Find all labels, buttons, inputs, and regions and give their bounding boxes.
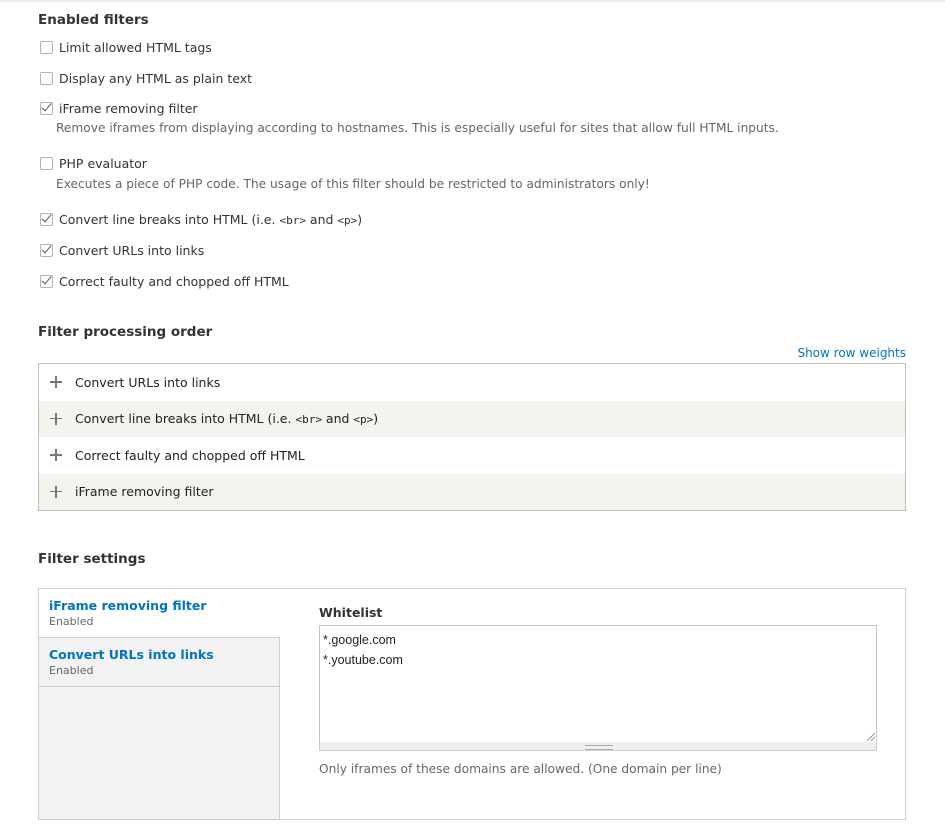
- filter-label: PHP evaluator: [59, 155, 147, 171]
- filter-label: Correct faulty and chopped off HTML: [59, 273, 289, 289]
- resize-corner-icon[interactable]: [867, 733, 875, 741]
- vertical-tab-menu: iFrame removing filter Enabled Convert U…: [39, 589, 280, 819]
- filter-settings-tabs: iFrame removing filter Enabled Convert U…: [38, 588, 906, 820]
- checkbox-correct-html[interactable]: [40, 274, 53, 288]
- order-label: Convert URLs into links: [75, 374, 221, 390]
- whitelist-help-text: Only iframes of these domains are allowe…: [319, 762, 722, 776]
- iframe-settings-pane: Whitelist *.google.com *.youtube.com Onl…: [319, 605, 879, 776]
- checkbox-line-breaks[interactable]: [40, 212, 53, 226]
- whitelist-label: Whitelist: [319, 605, 383, 620]
- vertical-tab-iframe[interactable]: iFrame removing filter Enabled: [39, 589, 280, 638]
- filter-label: Convert line breaks into HTML (i.e. <br>…: [59, 211, 363, 227]
- filter-settings-heading: Filter settings: [38, 551, 146, 567]
- filter-line-breaks[interactable]: Convert line breaks into HTML (i.e. <br>…: [40, 210, 362, 228]
- filter-limit-html[interactable]: Limit allowed HTML tags: [40, 38, 212, 56]
- table-row: Correct faulty and chopped off HTML: [39, 437, 905, 474]
- enabled-filters-heading: Enabled filters: [38, 12, 149, 28]
- filter-description: Executes a piece of PHP code. The usage …: [56, 177, 650, 191]
- filter-description: Remove iframes from displaying according…: [56, 121, 779, 135]
- filter-label: Display any HTML as plain text: [59, 70, 253, 86]
- processing-order-heading: Filter processing order: [38, 324, 213, 340]
- table-row: Convert URLs into links: [39, 364, 905, 401]
- table-row: Convert line breaks into HTML (i.e. <br>…: [39, 400, 905, 437]
- filter-php[interactable]: PHP evaluator: [40, 154, 147, 172]
- order-label: iFrame removing filter: [75, 484, 214, 500]
- order-label: Convert line breaks into HTML (i.e. <br>…: [75, 411, 379, 427]
- filter-label: Limit allowed HTML tags: [59, 39, 212, 55]
- filter-order-table: Convert URLs into links Convert line bre…: [38, 363, 906, 511]
- vertical-tab-url-links[interactable]: Convert URLs into links Enabled: [39, 638, 279, 687]
- filter-label: Convert URLs into links: [59, 242, 205, 258]
- filter-plain-text[interactable]: Display any HTML as plain text: [40, 69, 252, 87]
- whitelist-textarea[interactable]: *.google.com *.youtube.com: [319, 625, 877, 743]
- filter-url-links[interactable]: Convert URLs into links: [40, 241, 204, 259]
- filter-correct-html[interactable]: Correct faulty and chopped off HTML: [40, 272, 289, 290]
- checkbox-iframe[interactable]: [40, 101, 53, 115]
- vertical-tab-summary: Enabled: [49, 615, 94, 628]
- table-row: iFrame removing filter: [39, 473, 905, 510]
- vertical-tab-title[interactable]: iFrame removing filter: [49, 598, 270, 613]
- drag-handle-icon[interactable]: [49, 485, 63, 499]
- order-label: Correct faulty and chopped off HTML: [75, 447, 305, 463]
- filter-iframe[interactable]: iFrame removing filter: [40, 99, 198, 117]
- filter-label: iFrame removing filter: [59, 100, 198, 116]
- checkbox-plain-text[interactable]: [40, 71, 53, 85]
- top-shadow: [0, 0, 945, 3]
- vertical-tab-summary: Enabled: [49, 664, 94, 677]
- checkbox-limit-html[interactable]: [40, 40, 53, 54]
- textarea-resize-grip[interactable]: [319, 742, 877, 751]
- drag-handle-icon[interactable]: [49, 412, 63, 426]
- vertical-tab-title[interactable]: Convert URLs into links: [49, 647, 269, 662]
- drag-handle-icon[interactable]: [49, 375, 63, 389]
- checkbox-url-links[interactable]: [40, 243, 53, 257]
- show-row-weights-link[interactable]: Show row weights: [797, 346, 906, 360]
- drag-handle-icon[interactable]: [49, 448, 63, 462]
- checkbox-php[interactable]: [40, 156, 53, 170]
